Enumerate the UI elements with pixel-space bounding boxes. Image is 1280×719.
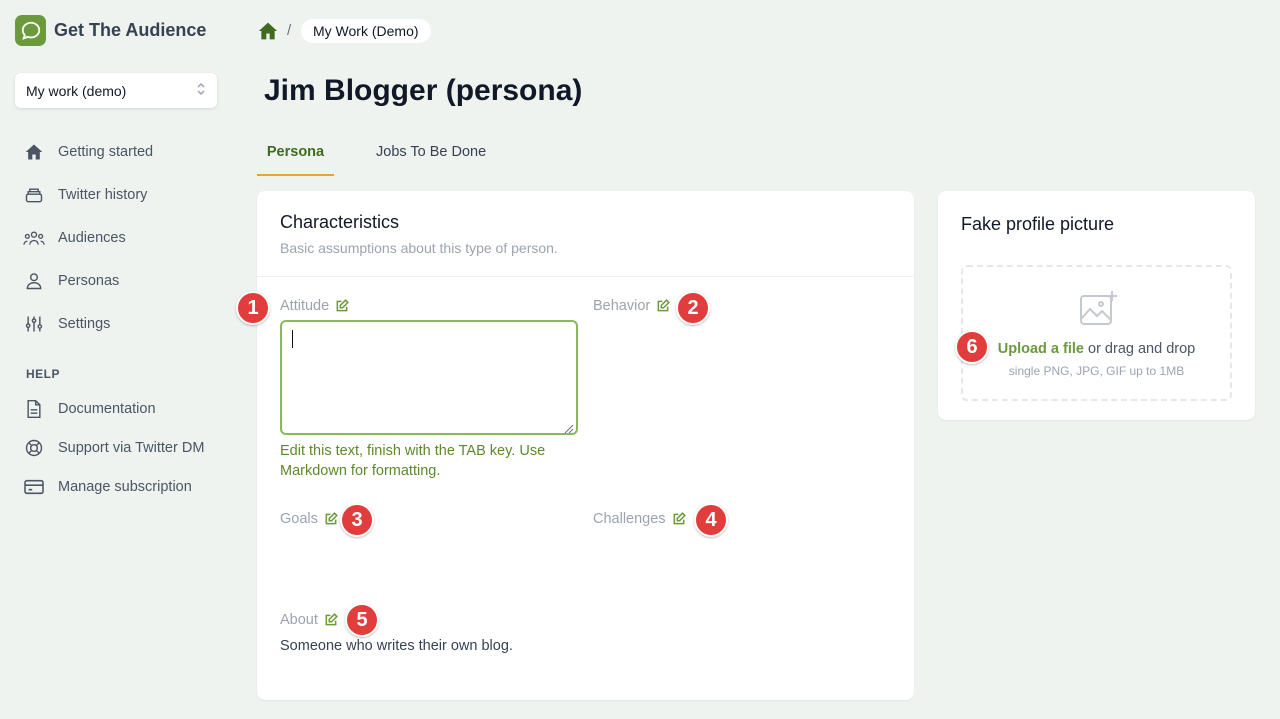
field-label-text: About	[280, 612, 318, 628]
sidebar-item-label: Twitter history	[58, 187, 148, 203]
field-label-text: Attitude	[280, 298, 330, 314]
field-label-text: Behavior	[593, 298, 651, 314]
edit-icon[interactable]	[324, 512, 338, 526]
sidebar-item-label: Personas	[58, 273, 120, 289]
app-name: Get The Audience	[54, 20, 207, 40]
sidebar-item-support[interactable]: Support via Twitter DM	[23, 436, 204, 460]
resize-grip-icon[interactable]	[564, 421, 574, 439]
tab-persona[interactable]: Persona	[257, 144, 334, 176]
breadcrumb-home-icon[interactable]	[258, 21, 278, 46]
challenges-label[interactable]: Challenges	[593, 511, 686, 527]
archive-icon	[23, 184, 45, 206]
workspace-select-value: My work (demo)	[26, 82, 127, 99]
profile-picture-title: Fake profile picture	[961, 214, 1115, 234]
edit-icon[interactable]	[672, 512, 686, 526]
profile-picture-card: Fake profile picture Upload a file or dr…	[938, 191, 1255, 420]
sidebar-item-personas[interactable]: Personas	[23, 269, 119, 293]
lifebuoy-icon	[23, 437, 45, 459]
about-value: Someone who writes their own blog.	[280, 638, 513, 654]
characteristics-card: Characteristics Basic assumptions about …	[236, 191, 914, 700]
upload-constraints: single PNG, JPG, GIF up to 1MB	[1008, 364, 1185, 378]
sliders-icon	[23, 313, 45, 335]
field-label-text: Challenges	[593, 511, 666, 527]
text-cursor	[292, 330, 293, 348]
about-label[interactable]: About	[280, 612, 338, 628]
upload-drag-text: or drag and drop	[1083, 341, 1196, 357]
sidebar-item-manage-subscription[interactable]: Manage subscription	[23, 475, 192, 499]
breadcrumb-current[interactable]: My Work (Demo)	[301, 19, 431, 43]
goals-label[interactable]: Goals	[280, 511, 338, 527]
tab-jobs-to-be-done[interactable]: Jobs To Be Done	[376, 144, 486, 160]
field-label-text: Goals	[280, 511, 318, 527]
upload-instructions: Upload a file or drag and drop	[963, 341, 1230, 357]
sidebar-item-settings[interactable]: Settings	[23, 312, 110, 336]
sidebar-item-label: Documentation	[58, 401, 156, 417]
upload-file-link[interactable]: Upload a file	[998, 341, 1084, 357]
edit-icon[interactable]	[324, 613, 338, 627]
user-icon	[23, 270, 45, 292]
page-title: Jim Blogger (persona)	[264, 74, 583, 107]
card-divider	[257, 276, 914, 277]
sidebar-item-getting-started[interactable]: Getting started	[23, 140, 153, 164]
workspace-select[interactable]: My work (demo)	[15, 73, 217, 108]
sidebar-item-label: Getting started	[58, 144, 154, 160]
image-add-icon	[1079, 289, 1119, 332]
upload-dropzone[interactable]: Upload a file or drag and drop single PN…	[961, 265, 1232, 401]
attitude-textarea[interactable]	[280, 320, 578, 435]
callout-badge-2: 2	[676, 291, 710, 325]
sidebar-item-label: Audiences	[58, 230, 126, 246]
breadcrumb-separator: /	[287, 22, 292, 39]
select-chevrons-icon	[196, 81, 206, 100]
callout-badge-1: 1	[236, 291, 270, 325]
edit-icon[interactable]	[335, 299, 350, 313]
users-icon	[23, 227, 45, 249]
sidebar-item-twitter-history[interactable]: Twitter history	[23, 183, 147, 207]
edit-icon[interactable]	[656, 299, 671, 313]
home-icon	[23, 141, 45, 163]
attitude-label[interactable]: Attitude	[280, 298, 350, 314]
chat-bubble-logo-icon	[15, 15, 46, 46]
attitude-edit-hint: Edit this text, finish with the TAB key.…	[280, 443, 546, 479]
callout-badge-5: 5	[345, 603, 379, 637]
behavior-label[interactable]: Behavior	[593, 298, 671, 314]
document-icon	[23, 398, 45, 420]
callout-badge-4: 4	[694, 503, 728, 537]
callout-badge-6: 6	[955, 330, 989, 364]
sidebar-item-label: Support via Twitter DM	[58, 440, 205, 456]
sidebar-item-documentation[interactable]: Documentation	[23, 397, 156, 421]
credit-card-icon	[23, 476, 45, 498]
app-logo[interactable]: Get The Audience	[15, 15, 206, 46]
characteristics-title: Characteristics	[280, 212, 400, 232]
help-section-label: HELP	[26, 367, 61, 381]
sidebar-item-audiences[interactable]: Audiences	[23, 226, 126, 250]
callout-badge-3: 3	[340, 503, 374, 537]
characteristics-subtitle: Basic assumptions about this type of per…	[280, 240, 558, 256]
sidebar-item-label: Manage subscription	[58, 479, 192, 495]
sidebar-item-label: Settings	[58, 316, 111, 332]
